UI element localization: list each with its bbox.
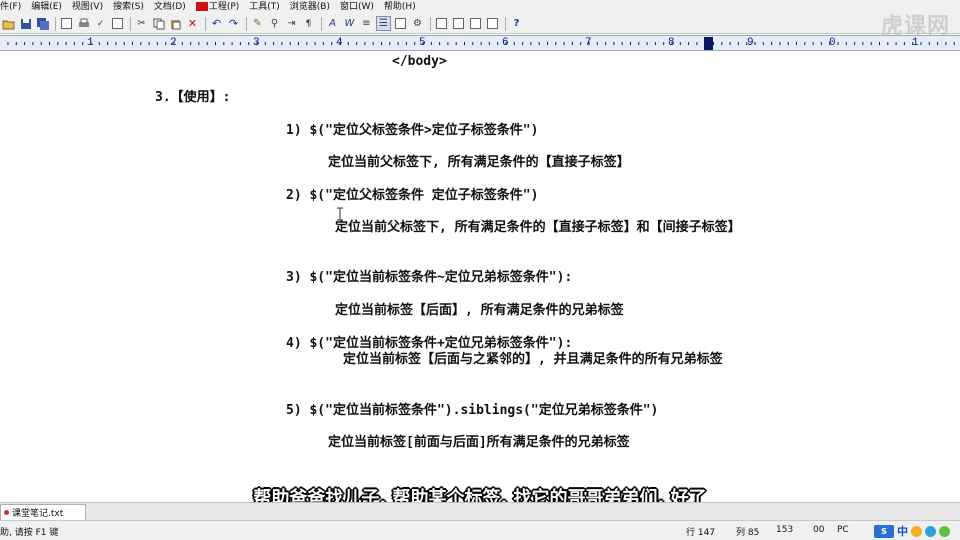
window-icon[interactable] bbox=[434, 16, 449, 31]
document-tab[interactable]: 课堂笔记.txt bbox=[0, 504, 86, 520]
ruler-number: 4 bbox=[336, 37, 343, 49]
description-line: 定位当前标签【后面】, 所有满足条件的兄弟标签 bbox=[335, 303, 624, 318]
text-cursor-icon bbox=[337, 207, 343, 221]
menu-project[interactable]: 工程(P) bbox=[191, 0, 244, 14]
print-icon[interactable] bbox=[76, 16, 91, 31]
copy-icon[interactable] bbox=[151, 16, 166, 31]
status-help-text: 助, 请按 F1 键 bbox=[0, 528, 59, 538]
spellcheck-icon[interactable]: ✓ bbox=[93, 16, 108, 31]
ruler-number: 1 bbox=[87, 37, 94, 49]
split-icon[interactable] bbox=[451, 16, 466, 31]
keyboard-icon[interactable] bbox=[939, 525, 950, 537]
hex-icon[interactable] bbox=[393, 16, 408, 31]
menu-bar: 件(F) 编辑(E) 视图(V) 搜索(S) 文档(D) 工程(P) 工具(T)… bbox=[0, 0, 960, 14]
ruler-number: 0 bbox=[829, 37, 836, 49]
ruler-ticks bbox=[7, 42, 955, 45]
document-icon[interactable] bbox=[110, 16, 125, 31]
paste-icon[interactable] bbox=[168, 16, 183, 31]
menu-browser[interactable]: 浏览器(B) bbox=[285, 0, 335, 14]
status-mode: PC bbox=[837, 525, 849, 535]
toolbar-divider bbox=[205, 16, 206, 31]
save-all-icon[interactable] bbox=[35, 16, 50, 31]
list-icon[interactable]: ☰ bbox=[376, 16, 391, 31]
menu-tools[interactable]: 工具(T) bbox=[244, 0, 285, 14]
wordwrap-icon[interactable]: W bbox=[342, 16, 357, 31]
replace-icon[interactable]: ⚲ bbox=[267, 16, 282, 31]
new-document-icon[interactable] bbox=[59, 16, 74, 31]
toolbar-divider bbox=[505, 16, 506, 31]
description-line: 定位当前标签【后面与之紧邻的】, 并且满足条件的所有兄弟标签 bbox=[343, 352, 723, 367]
toolbar-divider bbox=[321, 16, 322, 31]
undo-icon[interactable]: ↶ bbox=[209, 16, 224, 31]
ruler-number: 7 bbox=[585, 37, 592, 49]
modified-indicator-icon bbox=[4, 510, 9, 515]
code-line: 3) $("定位当前标签条件~定位兄弟标签条件"): bbox=[286, 270, 573, 285]
code-line: 2) $("定位父标签条件 定位子标签条件") bbox=[286, 188, 539, 203]
toolbar: ✓ ✂ ✕ ↶ ↷ ✎ ⚲ ⇥ ¶ A W ≡ ☰ ⚙ ? bbox=[0, 14, 960, 34]
menu-file[interactable]: 件(F) bbox=[0, 0, 26, 14]
context-help-icon[interactable]: ? bbox=[509, 16, 524, 31]
bookmark-icon[interactable] bbox=[468, 16, 483, 31]
ruler-number: 6 bbox=[502, 37, 509, 49]
indent-icon[interactable]: ≡ bbox=[359, 16, 374, 31]
goto-icon[interactable]: ⇥ bbox=[284, 16, 299, 31]
browser-preview-icon[interactable] bbox=[485, 16, 500, 31]
document-tab-label: 课堂笔记.txt bbox=[12, 509, 64, 519]
ime-mode[interactable]: 中 bbox=[897, 523, 908, 539]
toolbar-divider bbox=[430, 16, 431, 31]
open-icon[interactable] bbox=[1, 16, 16, 31]
editor-area[interactable]: </body> 3.【使用】: 1) $("定位父标签条件>定位子标签条件") … bbox=[0, 51, 960, 500]
system-tray: S 中 bbox=[872, 522, 960, 540]
code-line: </body> bbox=[392, 54, 447, 69]
code-line: 1) $("定位父标签条件>定位子标签条件") bbox=[286, 123, 539, 138]
cut-icon[interactable]: ✂ bbox=[134, 16, 149, 31]
font-icon[interactable]: A bbox=[325, 16, 340, 31]
ruler-number: 5 bbox=[419, 37, 426, 49]
toolbar-divider bbox=[130, 16, 131, 31]
description-line: 定位当前父标签下, 所有满足条件的【直接子标签】 bbox=[328, 155, 630, 170]
code-line: 5) $("定位当前标签条件").siblings("定位兄弟标签条件") bbox=[286, 403, 659, 418]
find-icon[interactable]: ✎ bbox=[250, 16, 265, 31]
ruler: 1 2 3 4 5 6 7 8 9 0 1 bbox=[0, 35, 960, 51]
redo-icon[interactable]: ↷ bbox=[226, 16, 241, 31]
status-code: 00 bbox=[813, 525, 825, 535]
menu-window[interactable]: 窗口(W) bbox=[335, 0, 379, 14]
menu-search[interactable]: 搜索(S) bbox=[108, 0, 149, 14]
punctuation-icon[interactable] bbox=[925, 525, 936, 537]
moon-icon[interactable] bbox=[911, 525, 922, 537]
status-column: 列 85 bbox=[736, 528, 760, 538]
flag-icon bbox=[195, 2, 208, 11]
ruler-number: 3 bbox=[253, 37, 260, 49]
ruler-number: 8 bbox=[668, 37, 675, 49]
document-tab-bar: 课堂笔记.txt bbox=[0, 502, 960, 520]
description-line: 定位当前标签[前面与后面]所有满足条件的兄弟标签 bbox=[328, 435, 630, 450]
description-line: 定位当前父标签下, 所有满足条件的【直接子标签】和【间接子标签】 bbox=[335, 220, 741, 235]
column-icon[interactable]: ¶ bbox=[301, 16, 316, 31]
settings-icon[interactable]: ⚙ bbox=[410, 16, 425, 31]
ruler-cursor-marker bbox=[704, 37, 713, 50]
ruler-number: 1 bbox=[912, 37, 919, 49]
ruler-number: 9 bbox=[747, 37, 754, 49]
status-line: 行 147 bbox=[686, 528, 716, 538]
menu-view[interactable]: 视图(V) bbox=[67, 0, 108, 14]
menu-project-label: 工程(P) bbox=[208, 2, 240, 12]
status-count: 153 bbox=[776, 525, 794, 535]
menu-help[interactable]: 帮助(H) bbox=[379, 0, 421, 14]
save-icon[interactable] bbox=[18, 16, 33, 31]
menu-document[interactable]: 文档(D) bbox=[149, 0, 191, 14]
ruler-number: 2 bbox=[170, 37, 177, 49]
status-bar: 助, 请按 F1 键 行 147 列 85 153 00 PC S 中 bbox=[0, 520, 960, 540]
menu-edit[interactable]: 编辑(E) bbox=[26, 0, 67, 14]
delete-icon[interactable]: ✕ bbox=[185, 16, 200, 31]
toolbar-divider bbox=[55, 16, 56, 31]
section-heading: 3.【使用】: bbox=[155, 90, 231, 105]
ime-logo-icon[interactable]: S bbox=[874, 524, 894, 538]
toolbar-divider bbox=[246, 16, 247, 31]
